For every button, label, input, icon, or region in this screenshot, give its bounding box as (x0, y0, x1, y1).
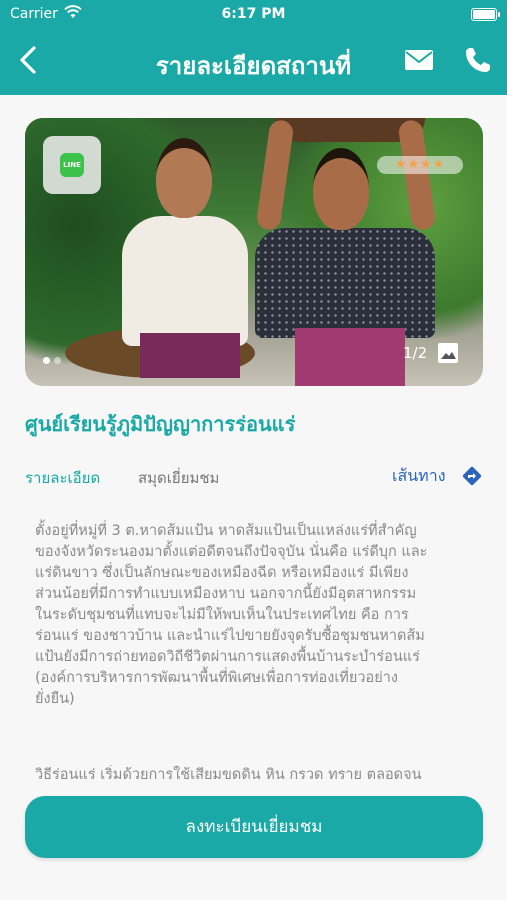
status-time: 6:17 PM (221, 6, 286, 22)
carousel-dots (43, 349, 65, 368)
gallery-icon[interactable] (437, 342, 459, 364)
place-name: ศูนย์เรียนรู้ภูมิปัญญาการร่อนแร่ (25, 412, 296, 436)
route-link[interactable]: เส้นทาง (392, 464, 446, 489)
directions-icon[interactable] (462, 466, 482, 486)
battery-icon (471, 8, 500, 21)
rating-stars: ★★★★ (377, 156, 463, 174)
register-visit-button[interactable]: ลงทะเบียนเยี่ยมชม (25, 796, 483, 858)
status-bar: Carrier 6:17 PM (0, 0, 507, 28)
line-share-button[interactable]: LINE (43, 136, 101, 194)
tab-details[interactable]: รายละเอียด (25, 466, 100, 490)
photo-carousel[interactable]: LINE ★★★★ 1/2 (25, 118, 483, 386)
description-more: วิธีร่อนแร่ เริ่มด้วยการใช้เสียมขุดดิน ห… (35, 767, 422, 779)
top-bar: Carrier 6:17 PM รายละเอียดสถานที่ (0, 0, 507, 95)
phone-icon[interactable] (464, 46, 492, 74)
nav-bar: รายละเอียดสถานที่ (0, 30, 507, 92)
description-text: ตั้งอยู่ที่หมู่ที่ 3 ต.หาดส้มแป้น หาดส้ม… (35, 523, 428, 707)
person-left (120, 138, 250, 378)
tab-guestbook[interactable]: สมุดเยี่ยมชม (138, 466, 219, 490)
carousel-dot[interactable] (54, 357, 61, 364)
line-icon: LINE (60, 153, 84, 177)
mail-icon[interactable] (404, 48, 434, 72)
carousel-dot[interactable] (43, 357, 50, 364)
photo-counter: 1/2 (403, 344, 428, 362)
